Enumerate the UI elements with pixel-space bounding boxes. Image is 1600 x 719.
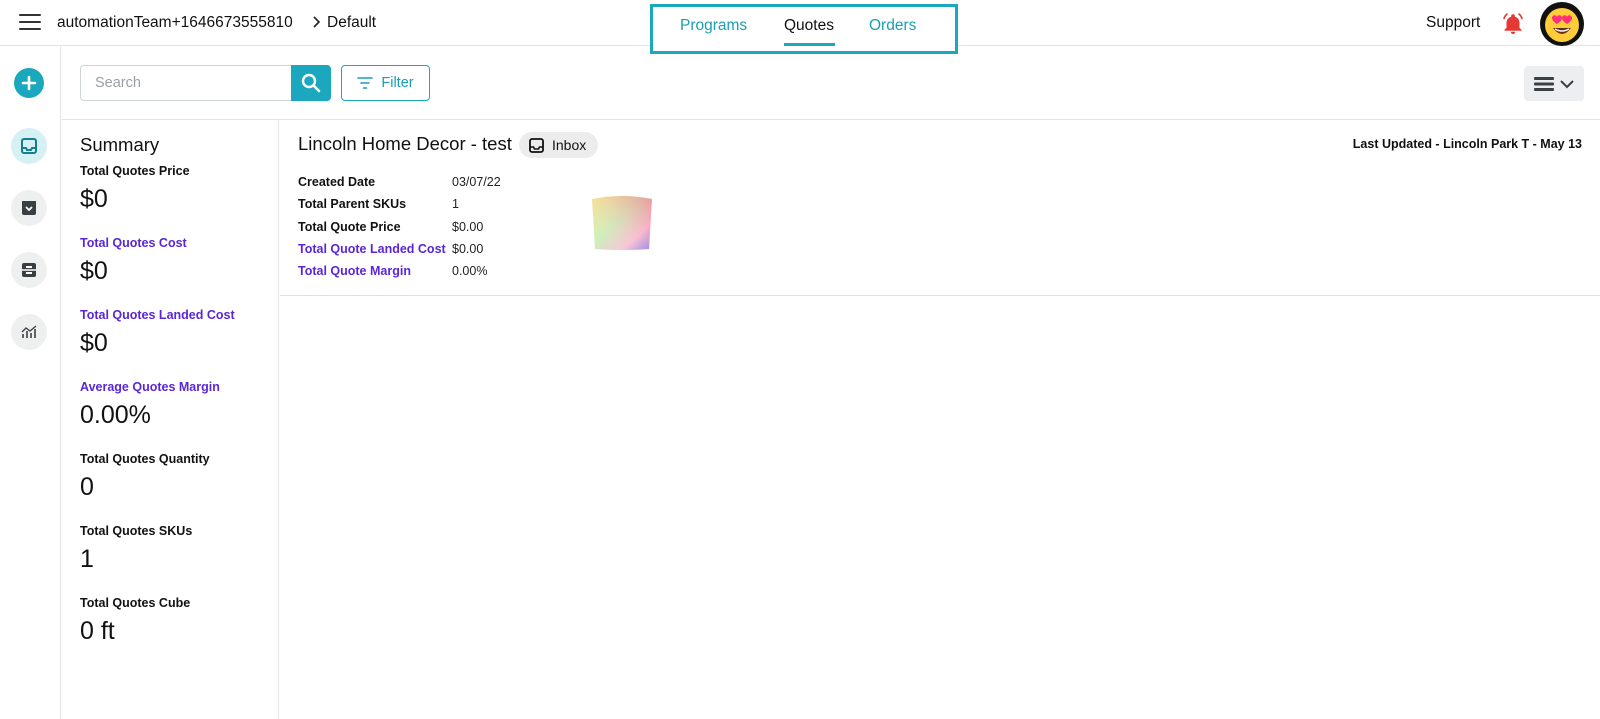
menu-icon[interactable] xyxy=(19,14,41,32)
search-input[interactable] xyxy=(80,65,291,101)
summary-panel: Summary Total Quotes Price $0 Total Quot… xyxy=(61,120,279,719)
field-value: 03/07/22 xyxy=(452,175,501,189)
field-label: Created Date xyxy=(298,175,376,189)
search-icon xyxy=(301,73,321,93)
stat-label: Total Quotes Cost xyxy=(80,236,187,250)
stat-label: Total Quotes Price xyxy=(80,164,190,178)
plus-icon xyxy=(21,75,37,91)
search-button[interactable] xyxy=(291,65,331,101)
add-button[interactable] xyxy=(14,68,44,98)
tab-group: Programs Quotes Orders xyxy=(650,4,958,54)
product-thumbnail xyxy=(592,196,652,250)
stat-value: 1 xyxy=(80,545,94,573)
tab-quotes[interactable]: Quotes xyxy=(784,17,834,35)
avatar[interactable] xyxy=(1540,2,1584,46)
stat-value: $0 xyxy=(80,185,108,213)
field-value: $0.00 xyxy=(452,220,484,234)
status-badge-label: Inbox xyxy=(552,137,587,153)
stat-label: Total Quotes Landed Cost xyxy=(80,308,235,322)
support-link[interactable]: Support xyxy=(1426,14,1480,32)
breadcrumb-current[interactable]: Default xyxy=(327,14,376,32)
status-badge: Inbox xyxy=(519,132,599,158)
inbox-icon xyxy=(21,138,37,154)
list-view-icon xyxy=(1534,76,1554,91)
quote-card[interactable]: Lincoln Home Decor - test Inbox Last Upd… xyxy=(280,120,1600,296)
field-label: Total Parent SKUs xyxy=(298,197,407,211)
rail-inbox-button[interactable] xyxy=(11,128,47,164)
field-label: Total Quote Landed Cost xyxy=(298,242,446,256)
stat-label: Total Quotes SKUs xyxy=(80,524,193,538)
active-tab-indicator xyxy=(784,43,835,46)
field-label: Total Quote Price xyxy=(298,220,401,234)
stat-label: Total Quotes Quantity xyxy=(80,452,210,466)
rail-analytics-button[interactable] xyxy=(11,314,47,350)
heart-eyes-emoji-icon xyxy=(1545,8,1579,42)
stat-value: 0 ft xyxy=(80,617,115,645)
archive-icon xyxy=(22,201,36,215)
chevron-right-icon xyxy=(313,16,321,28)
filter-icon xyxy=(357,77,374,89)
field-value: $0.00 xyxy=(452,242,484,256)
analytics-icon xyxy=(21,325,37,338)
field-label: Total Quote Margin xyxy=(298,264,411,278)
filter-label: Filter xyxy=(381,75,414,91)
chevron-down-icon xyxy=(1560,79,1574,88)
tab-orders[interactable]: Orders xyxy=(869,17,916,35)
rail-archive-button[interactable] xyxy=(11,190,47,226)
stat-label: Average Quotes Margin xyxy=(80,380,220,394)
stat-value: $0 xyxy=(80,329,108,357)
view-toggle-button[interactable] xyxy=(1524,66,1584,101)
breadcrumb-account[interactable]: automationTeam+1646673555810 xyxy=(57,14,293,32)
filter-button[interactable]: Filter xyxy=(341,65,430,101)
last-updated: Last Updated - Lincoln Park T - May 13 xyxy=(1352,137,1582,151)
rail-tray-button[interactable] xyxy=(11,252,47,288)
stat-value: $0 xyxy=(80,257,108,285)
summary-title: Summary xyxy=(80,134,160,155)
stat-label: Total Quotes Cube xyxy=(80,596,191,610)
stat-value: 0.00% xyxy=(80,401,151,429)
bell-icon[interactable] xyxy=(1501,12,1525,36)
inbox-icon xyxy=(529,137,544,153)
quote-title[interactable]: Lincoln Home Decor - test xyxy=(298,133,512,155)
field-value: 0.00% xyxy=(452,264,488,278)
left-rail xyxy=(0,46,61,719)
tab-programs[interactable]: Programs xyxy=(680,17,747,35)
stat-value: 0 xyxy=(80,473,94,501)
field-value: 1 xyxy=(452,197,459,211)
tray-icon xyxy=(22,263,36,277)
